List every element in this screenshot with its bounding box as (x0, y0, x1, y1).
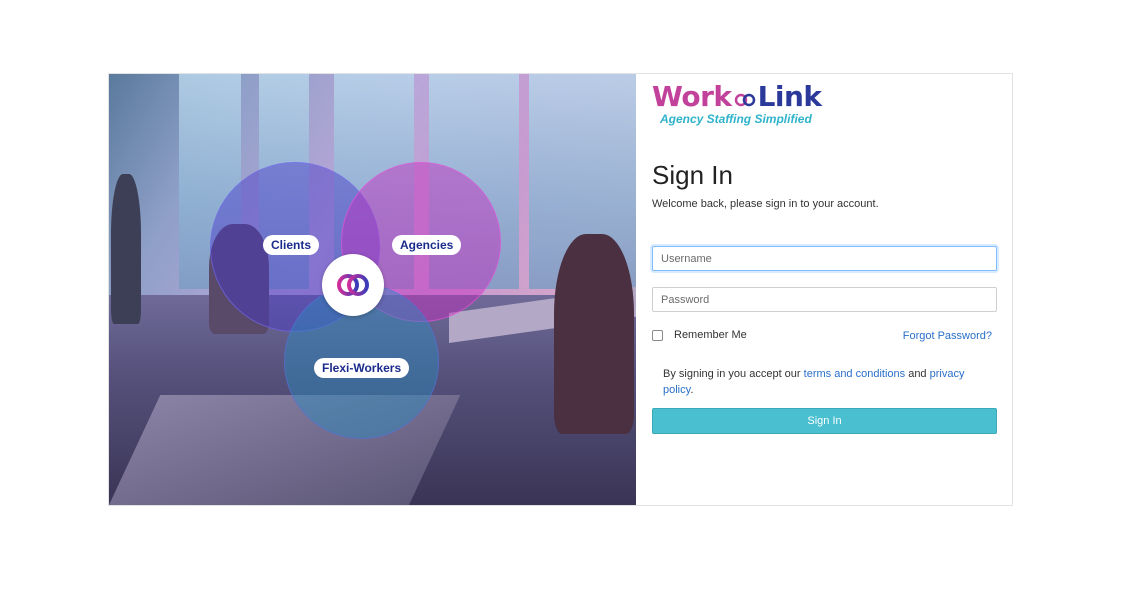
remember-me-label: Remember Me (674, 329, 747, 341)
signin-panel: Work Link Agency Staffing Simplified Sign… (636, 74, 1012, 505)
worklink-logo: Work Link Agency Staffing Simplified (652, 80, 823, 127)
terms-suffix: . (690, 384, 694, 396)
page-title: Sign In (652, 160, 733, 190)
login-card: Clients Agencies Flexi-Workers Work Link … (108, 73, 1013, 506)
logo-link-icon (734, 83, 756, 113)
terms-and: and (905, 368, 930, 380)
logo-tagline: Agency Staffing Simplified (660, 112, 812, 126)
hero-image: Clients Agencies Flexi-Workers (109, 74, 636, 505)
agencies-label: Agencies (392, 235, 462, 255)
password-input[interactable] (652, 287, 997, 312)
remember-me-checkbox[interactable] (652, 329, 663, 341)
flexi-workers-label: Flexi-Workers (314, 358, 410, 378)
logo-link-text: Link (757, 80, 823, 113)
sign-in-button[interactable]: Sign In (652, 408, 997, 434)
terms-notice: By signing in you accept our terms and c… (663, 366, 983, 398)
worklink-symbol-icon (322, 254, 384, 316)
forgot-password-link[interactable]: Forgot Password? (903, 330, 992, 342)
terms-link[interactable]: terms and conditions (804, 368, 906, 380)
clients-label: Clients (263, 235, 320, 255)
page-subtitle: Welcome back, please sign in to your acc… (652, 198, 879, 210)
remember-me[interactable]: Remember Me (652, 329, 747, 341)
username-input[interactable] (652, 246, 997, 271)
logo-work-text: Work (652, 80, 732, 113)
terms-prefix: By signing in you accept our (663, 368, 804, 380)
